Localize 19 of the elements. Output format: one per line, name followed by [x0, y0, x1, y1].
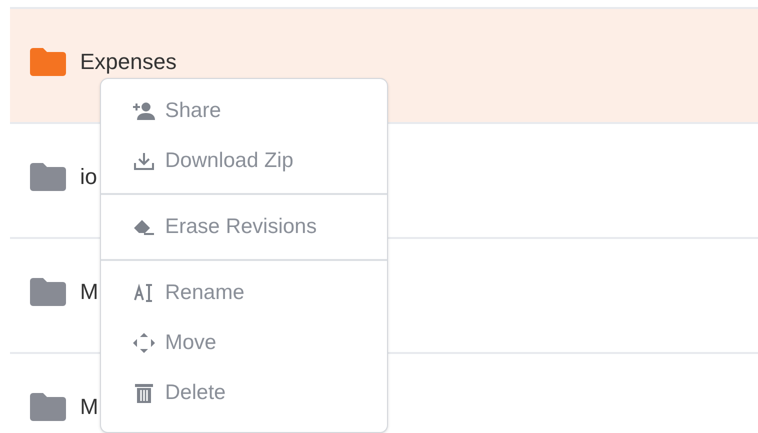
move-arrows-icon — [133, 333, 155, 353]
folder-name: M — [80, 278, 98, 306]
folder-name: io — [80, 163, 98, 191]
trash-icon — [135, 383, 153, 403]
menu-item[interactable]: Move — [101, 318, 387, 368]
folder-icon — [30, 278, 66, 306]
menu-item[interactable]: Erase Revisions — [101, 202, 387, 252]
folder-name: Expenses — [80, 48, 177, 76]
menu-item[interactable]: Rename — [101, 268, 387, 318]
rename-text-icon — [134, 283, 154, 303]
folder-name: M — [80, 393, 98, 421]
folder-icon — [30, 48, 66, 76]
folder-icon — [30, 162, 66, 190]
download-icon — [134, 152, 154, 170]
menu-item[interactable]: Delete — [101, 368, 387, 418]
share-user-icon — [133, 102, 155, 120]
folder-icon — [30, 392, 66, 420]
menu-item[interactable]: Download Zip — [101, 136, 387, 186]
eraser-icon — [133, 218, 155, 236]
